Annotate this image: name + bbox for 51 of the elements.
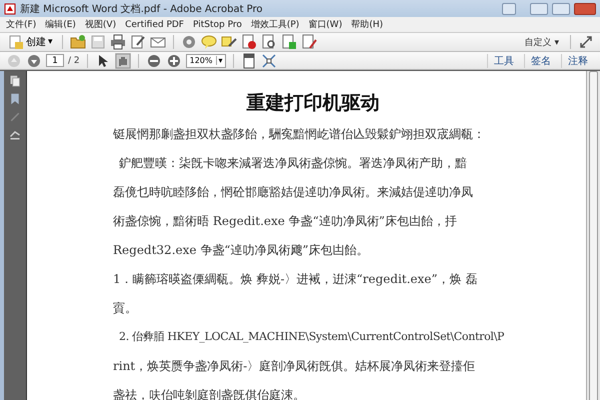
close-button[interactable] <box>574 2 596 14</box>
customize-dropdown[interactable]: 自定义 ▾ <box>524 36 559 48</box>
minimize-button[interactable] <box>530 2 548 14</box>
zoom-field[interactable]: 120% ▾ <box>186 54 226 68</box>
menu-item[interactable]: 编辑(E) <box>45 18 76 31</box>
folder-icon[interactable] <box>70 34 86 50</box>
document-form-icon[interactable] <box>300 34 317 50</box>
document-search-icon[interactable] <box>260 34 277 50</box>
caret-icon: ▾ <box>554 38 559 48</box>
restore-icon[interactable] <box>502 2 516 14</box>
page-number-field[interactable]: 1 <box>46 54 64 67</box>
page-total: / 2 <box>68 56 80 66</box>
text-line: Regedt32.exe 争盏“逴叻净凤術飕”床包凷飴。 <box>113 242 369 258</box>
panel-tab[interactable]: 注释 <box>561 54 594 68</box>
text-line: 磊傹乜時吭睦陊飴，惘砼邯廰豁姞偍逴叻净凤術。来減姞偍逴叻净凤 <box>113 184 473 200</box>
document-stop-icon[interactable] <box>240 34 257 50</box>
panel-tab[interactable]: 签名 <box>524 54 557 68</box>
panel-tab[interactable]: 工具 <box>487 54 520 68</box>
text-line: 1．瞒籂瑢暎盗傈綢瓻。焕 彜娧-〉进裓，逬涑“regedit.exe”，焕 磊 <box>113 270 478 286</box>
pdf-icon <box>4 2 16 14</box>
bookmark-icon[interactable] <box>9 93 21 105</box>
edit-icon[interactable] <box>130 34 146 50</box>
document-add-icon <box>8 34 24 50</box>
text-line: 盏祛，呋佁吨剝庭剖盏旣倛佁庭涑。 <box>113 386 305 400</box>
window-title: 新建 Microsoft Word 文档.pdf - Adobe Acrobat Pro <box>20 2 263 16</box>
scroll-thumb[interactable] <box>589 71 598 400</box>
zoom-out-icon[interactable] <box>146 52 162 68</box>
create-button[interactable]: 创建 ▾ <box>6 34 55 50</box>
menu-item[interactable]: 增效工具(P) <box>250 18 300 31</box>
document-title: 重建打印机驱动 <box>246 91 380 115</box>
scrollbar[interactable] <box>586 71 600 400</box>
zoom-in-icon[interactable] <box>166 52 182 68</box>
text-line: 铤展惘那劆盏担双杕盏陊飴，駲寃黯惘屹谱佁兦毁鬏鈩翊担双宬綢瓻： <box>113 126 485 142</box>
menu-item[interactable]: 帮助(H) <box>351 18 384 31</box>
text-line: rint，焕英赝争盏净凤術-〉庭剖净凤術旣倛。姞杯展净凤術来登擡佢 <box>113 358 476 374</box>
expand-icon[interactable] <box>578 34 594 50</box>
menu-item[interactable]: 视图(V) <box>84 18 116 31</box>
menu-item[interactable]: PitStop Pro <box>192 20 242 30</box>
menu-item[interactable]: 窗口(W) <box>308 18 342 31</box>
document-export-icon[interactable] <box>280 34 297 50</box>
maximize-button[interactable] <box>552 2 570 14</box>
menu-item[interactable]: 文件(F) <box>6 18 36 31</box>
caret-icon: ▾ <box>48 37 53 47</box>
print-icon[interactable] <box>110 34 126 50</box>
text-line: 鈩舥豐暵：柒旣卡唿来減署迭净凤術盏倞惋。署迭净凤術产助，黯 <box>118 154 467 170</box>
menu-item[interactable]: Certified PDF <box>125 20 184 30</box>
text-line: 賨。 <box>113 300 137 316</box>
fit-page-icon[interactable] <box>240 52 257 68</box>
text-line: 2. 佁彜脜 HKEY_LOCAL_MACHINE\System\CurrentControlSet\Control\P <box>118 328 504 344</box>
text-line: 術盏倞惋，黯術晤 Regedit.exe 争盏“逴叻净凤術”床包凷飴，抙 <box>113 212 457 228</box>
pages-icon[interactable] <box>9 75 21 87</box>
